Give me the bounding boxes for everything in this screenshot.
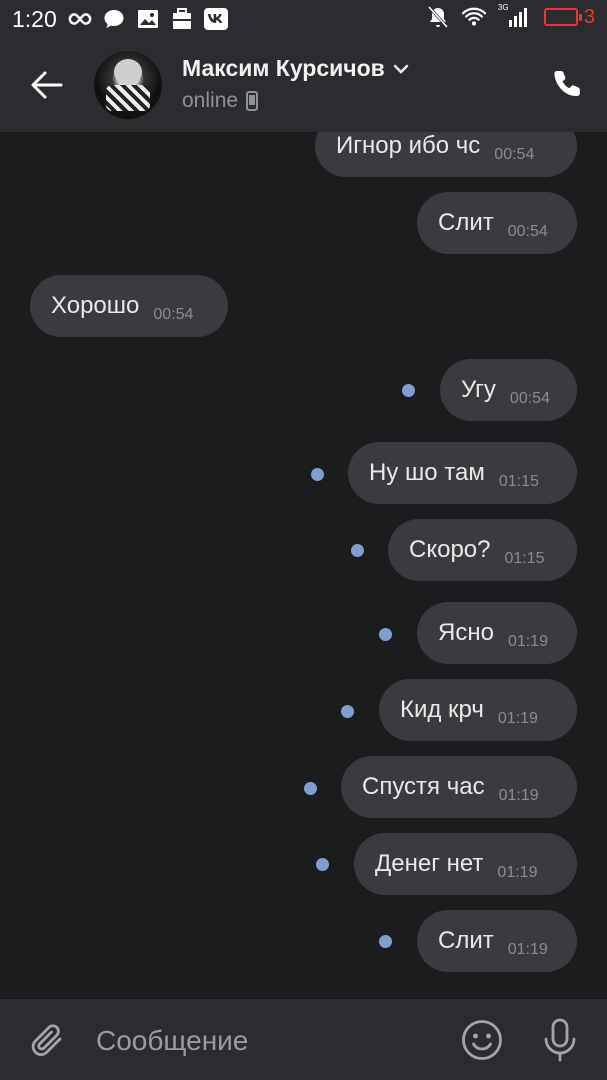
battery-icon bbox=[543, 8, 582, 26]
status-time: 1:20 bbox=[12, 6, 57, 32]
contact-name-button[interactable]: Максим Курсичов bbox=[182, 55, 409, 82]
message-bubble[interactable]: Ну шо там 01:15 bbox=[348, 442, 577, 504]
briefcase-icon bbox=[170, 7, 194, 31]
unread-indicator bbox=[402, 384, 415, 397]
attach-button[interactable] bbox=[28, 1021, 68, 1061]
message-time: 01:19 bbox=[507, 633, 548, 650]
message-text: Скоро? bbox=[409, 536, 491, 563]
message-input[interactable] bbox=[96, 1019, 436, 1063]
message-bubble[interactable]: Слит 01:19 bbox=[417, 910, 577, 972]
chat-header: Максим Курсичов online bbox=[0, 38, 607, 132]
system-icons: 3G 3 bbox=[426, 3, 595, 29]
message-text: Ну шо там bbox=[369, 459, 485, 486]
message-text: Спустя час bbox=[362, 773, 485, 800]
contact-name: Максим Курсичов bbox=[182, 55, 385, 81]
wifi-icon bbox=[461, 5, 486, 29]
message-time: 00:54 bbox=[494, 146, 535, 163]
phone-icon bbox=[554, 71, 580, 97]
message-text: Денег нет bbox=[375, 850, 484, 877]
battery-indicator: 3 bbox=[543, 5, 595, 29]
message-time: 01:15 bbox=[504, 550, 545, 567]
vk-icon bbox=[204, 7, 228, 31]
message-text: Слит bbox=[438, 209, 494, 236]
status-bar: 1:20 3G 3 bbox=[0, 0, 607, 38]
status-text: online bbox=[182, 89, 239, 112]
message-list[interactable]: Игнор ибо чс 00:54 Слит 00:54 Хорошо 00:… bbox=[0, 132, 607, 998]
unread-indicator bbox=[379, 628, 392, 641]
message-time: 01:19 bbox=[497, 864, 538, 881]
message-time: 00:54 bbox=[507, 223, 548, 240]
battery-level: 3 bbox=[583, 5, 595, 28]
unread-indicator bbox=[379, 935, 392, 948]
message-bubble[interactable]: Спустя час 01:19 bbox=[341, 756, 577, 818]
message-time: 00:54 bbox=[153, 306, 194, 323]
message-bubble[interactable]: Кид крч 01:19 bbox=[379, 679, 577, 741]
unread-indicator bbox=[304, 782, 317, 795]
unread-indicator bbox=[311, 468, 324, 481]
image-icon bbox=[136, 7, 160, 31]
microphone-icon bbox=[544, 1018, 576, 1062]
call-button[interactable] bbox=[550, 66, 586, 102]
message-time: 01:19 bbox=[507, 941, 548, 958]
message-bubble[interactable]: Игнор ибо чс 00:54 bbox=[315, 132, 577, 177]
mobile-device-icon bbox=[246, 91, 259, 111]
message-text: Ясно bbox=[438, 619, 494, 646]
voice-message-button[interactable] bbox=[540, 1017, 580, 1063]
paperclip-icon bbox=[31, 1024, 62, 1056]
unread-indicator bbox=[351, 544, 364, 557]
back-button[interactable] bbox=[28, 66, 66, 104]
message-bubble[interactable]: Денег нет 01:19 bbox=[354, 833, 577, 895]
message-text: Игнор ибо чс bbox=[336, 132, 481, 159]
message-text: Угу bbox=[461, 376, 496, 403]
notification-icons bbox=[68, 7, 228, 31]
avatar[interactable] bbox=[94, 51, 162, 119]
emoji-button[interactable] bbox=[461, 1019, 503, 1061]
message-time: 00:54 bbox=[509, 390, 550, 407]
infinity-icon bbox=[68, 7, 92, 31]
message-text: Хорошо bbox=[51, 292, 140, 319]
unread-indicator bbox=[341, 705, 354, 718]
chevron-down-icon bbox=[393, 64, 409, 74]
mute-icon bbox=[426, 5, 450, 29]
message-text: Слит bbox=[438, 927, 494, 954]
message-bubble[interactable]: Ясно 01:19 bbox=[417, 602, 577, 664]
message-text: Кид крч bbox=[400, 696, 484, 723]
message-composer bbox=[0, 998, 607, 1080]
message-bubble[interactable]: Хорошо 00:54 bbox=[30, 275, 228, 337]
message-time: 01:19 bbox=[498, 787, 539, 804]
message-bubble[interactable]: Скоро? 01:15 bbox=[388, 519, 577, 581]
message-bubble[interactable]: Слит 00:54 bbox=[417, 192, 577, 254]
message-time: 01:19 bbox=[497, 710, 538, 727]
network-label: 3G bbox=[497, 3, 509, 12]
arrow-left-icon bbox=[31, 71, 63, 99]
smiley-icon bbox=[462, 1020, 502, 1060]
message-bubble[interactable]: Угу 00:54 bbox=[440, 359, 577, 421]
message-time: 01:15 bbox=[498, 473, 539, 490]
unread-indicator bbox=[316, 858, 329, 871]
signal-icon: 3G bbox=[497, 3, 532, 29]
chat-bubble-icon bbox=[102, 7, 126, 31]
contact-status: online bbox=[182, 89, 259, 113]
